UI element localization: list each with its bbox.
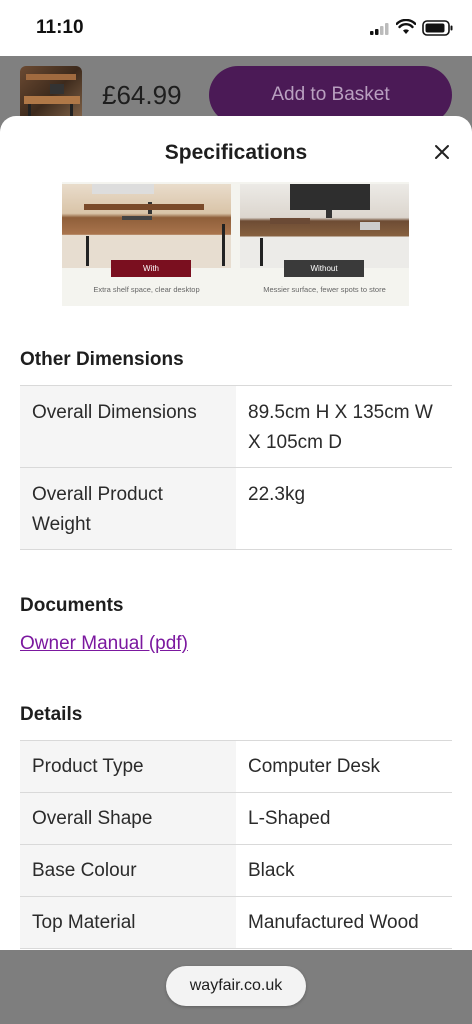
spec-value: Manufactured Wood <box>236 896 452 949</box>
desk-with-shelf-photo <box>62 184 231 268</box>
spec-key: Base Colour <box>20 844 236 897</box>
close-icon <box>435 145 449 159</box>
details-heading: Details <box>20 704 83 725</box>
spec-key: Top Material <box>20 896 236 949</box>
details-table: Product Type Computer Desk Overall Shape… <box>20 740 452 949</box>
browser-bottom-bar: wayfair.co.uk <box>0 950 472 1024</box>
status-time: 11:10 <box>36 17 84 38</box>
comparison-image: With Without Extra shelf space, clear de… <box>62 182 409 306</box>
table-row: Top Material Manufactured Wood <box>20 896 452 949</box>
spec-value: 22.3kg <box>236 467 452 550</box>
status-bar: 11:10 <box>0 0 472 56</box>
desk-without-shelf-photo <box>240 184 409 268</box>
with-caption: Extra shelf space, clear desktop <box>93 285 200 294</box>
owner-manual-link[interactable]: Owner Manual (pdf) <box>20 633 188 655</box>
spec-value: Computer Desk <box>236 740 452 793</box>
sheet-title: Specifications <box>164 141 308 164</box>
product-price: £64.99 <box>102 80 182 110</box>
spec-key: Overall Shape <box>20 792 236 845</box>
table-row: Overall Shape L-Shaped <box>20 792 452 845</box>
wifi-icon <box>396 19 416 34</box>
spec-key: Overall Product Weight <box>20 467 236 550</box>
with-tag: With <box>111 260 191 277</box>
cellular-signal-icon <box>370 23 389 35</box>
address-bar[interactable]: wayfair.co.uk <box>166 966 306 1006</box>
without-tag: Without <box>284 260 364 277</box>
table-row: Product Type Computer Desk <box>20 740 452 793</box>
spec-key: Overall Dimensions <box>20 385 236 468</box>
spec-value: L-Shaped <box>236 792 452 845</box>
spec-value: Black <box>236 844 452 897</box>
spec-value: 89.5cm H X 135cm W X 105cm D <box>236 385 452 468</box>
close-button[interactable] <box>430 140 454 164</box>
without-caption: Messier surface, fewer spots to store <box>263 285 386 294</box>
specifications-sheet: Specifications With Without Extra shelf … <box>0 116 472 950</box>
battery-icon <box>422 20 453 36</box>
table-row: Base Colour Black <box>20 844 452 897</box>
table-row: Overall Product Weight 22.3kg <box>20 467 452 550</box>
other-dimensions-table: Overall Dimensions 89.5cm H X 135cm W X … <box>20 385 452 550</box>
table-row: Overall Dimensions 89.5cm H X 135cm W X … <box>20 385 452 468</box>
documents-heading: Documents <box>20 595 124 616</box>
other-dimensions-heading: Other Dimensions <box>20 349 184 370</box>
spec-key: Product Type <box>20 740 236 793</box>
